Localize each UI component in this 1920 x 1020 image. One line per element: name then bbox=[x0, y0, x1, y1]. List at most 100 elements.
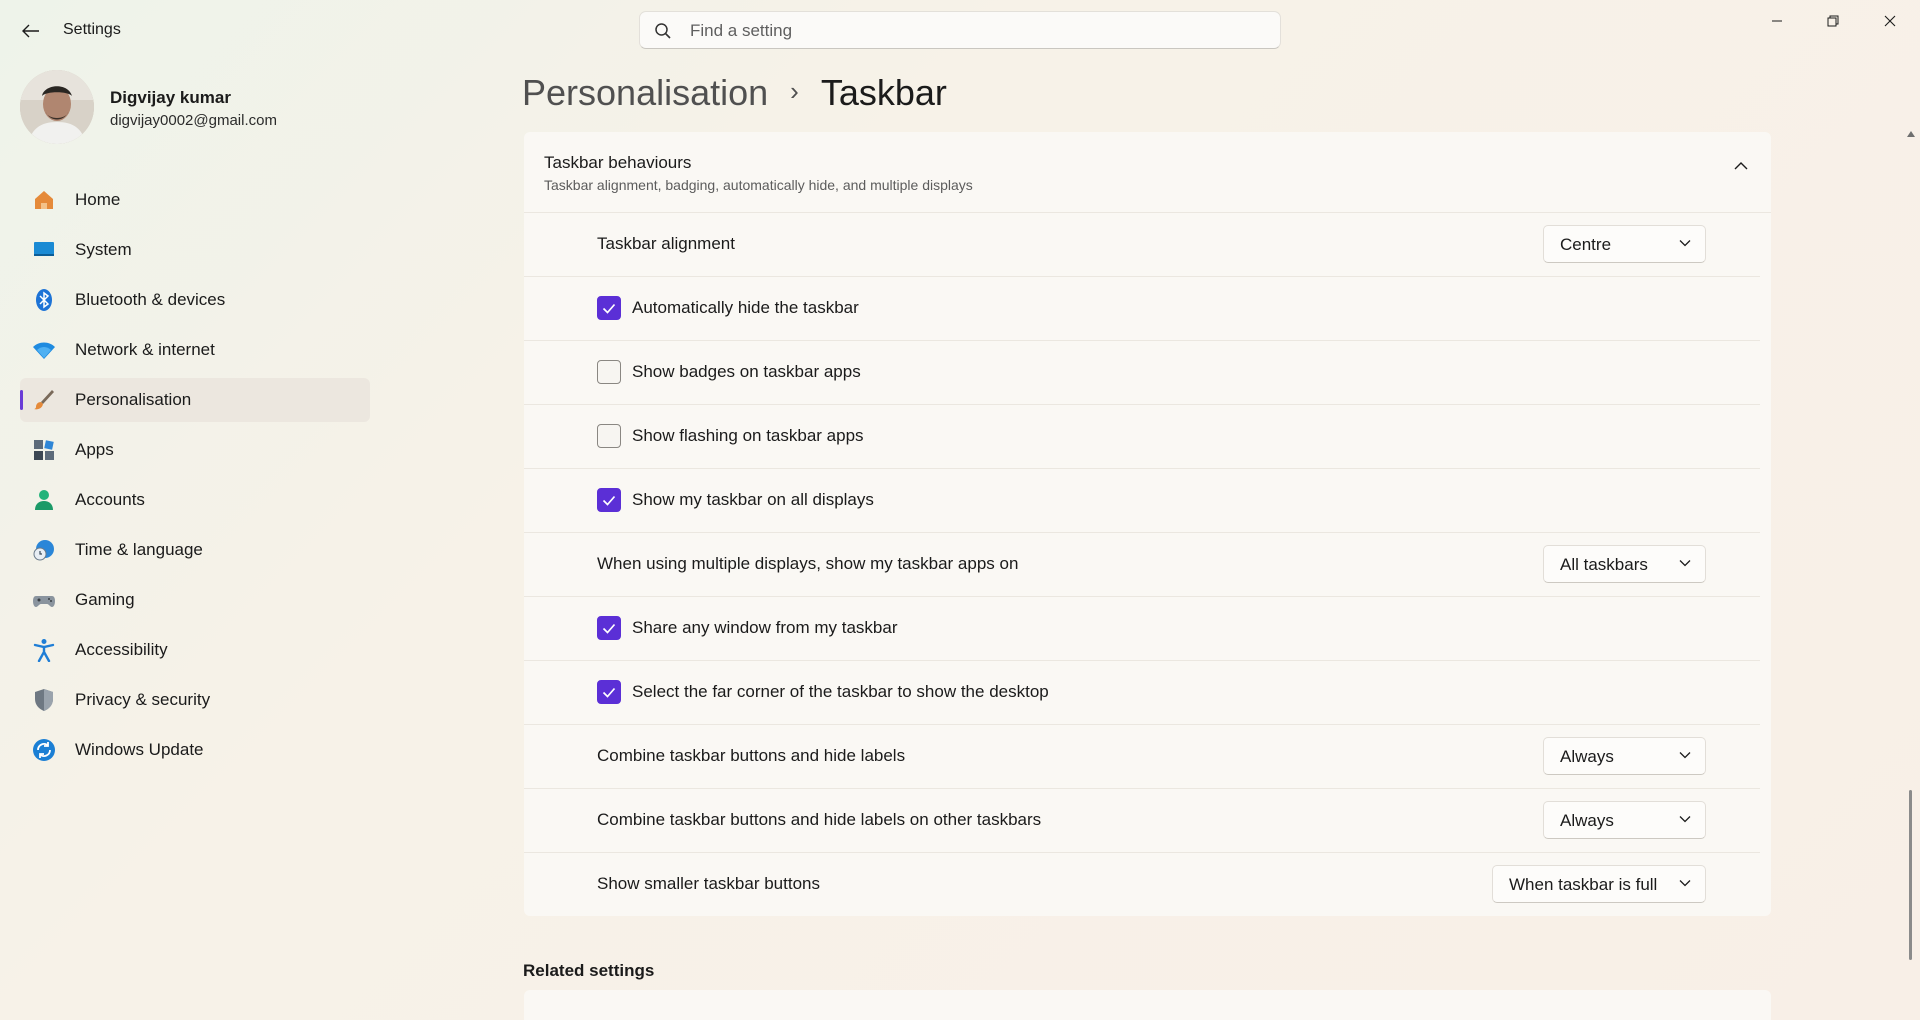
gamepad-icon bbox=[33, 596, 55, 607]
scroll-up-arrow-icon[interactable] bbox=[1906, 130, 1916, 138]
accounts-icon bbox=[35, 490, 53, 510]
checkmark-icon bbox=[602, 687, 616, 698]
setting-row-show-badges: Show badges on taskbar apps bbox=[524, 341, 1760, 405]
sidebar-nav: Home System Bluetooth & devices Network … bbox=[20, 178, 370, 778]
back-arrow-icon bbox=[22, 24, 39, 38]
sidebar-item-privacy-security[interactable]: Privacy & security bbox=[20, 678, 370, 722]
close-button[interactable] bbox=[1867, 6, 1913, 36]
setting-label: Automatically hide the taskbar bbox=[632, 298, 859, 317]
section-header-taskbar-behaviours[interactable]: Taskbar behaviours Taskbar alignment, ba… bbox=[524, 132, 1771, 213]
scrollbar[interactable] bbox=[1906, 130, 1916, 990]
sidebar-item-accessibility[interactable]: Accessibility bbox=[20, 628, 370, 672]
setting-label: Show badges on taskbar apps bbox=[632, 362, 861, 381]
all-displays-checkbox[interactable] bbox=[597, 488, 621, 512]
page-title: Taskbar bbox=[820, 72, 947, 113]
breadcrumb: Personalisation › Taskbar bbox=[522, 72, 947, 114]
sidebar-item-label: Accounts bbox=[75, 490, 145, 509]
checkmark-icon bbox=[602, 495, 616, 506]
sidebar-item-apps[interactable]: Apps bbox=[20, 428, 370, 472]
close-icon bbox=[1884, 15, 1896, 27]
user-photo-icon bbox=[20, 70, 94, 144]
app-title: Settings bbox=[63, 21, 121, 38]
minimize-button[interactable] bbox=[1754, 6, 1800, 36]
share-window-checkbox[interactable] bbox=[597, 616, 621, 640]
chevron-down-icon bbox=[1679, 560, 1691, 567]
sidebar-item-personalisation[interactable]: Personalisation bbox=[20, 378, 370, 422]
setting-row-taskbar-alignment: Taskbar alignment Centre bbox=[524, 213, 1760, 277]
sidebar-item-label: Network & internet bbox=[75, 340, 215, 359]
breadcrumb-separator: › bbox=[790, 75, 799, 106]
setting-row-multiple-displays: When using multiple displays, show my ta… bbox=[524, 533, 1760, 597]
sidebar-item-accounts[interactable]: Accounts bbox=[20, 478, 370, 522]
brush-icon bbox=[34, 390, 54, 410]
sidebar-item-home[interactable]: Home bbox=[20, 178, 370, 222]
setting-row-all-displays: Show my taskbar on all displays bbox=[524, 469, 1760, 533]
update-icon bbox=[33, 739, 55, 761]
sidebar-item-label: System bbox=[75, 240, 132, 259]
auto-hide-checkbox[interactable] bbox=[597, 296, 621, 320]
sidebar-item-label: Gaming bbox=[75, 590, 135, 609]
checkmark-icon bbox=[602, 303, 616, 314]
apps-icon bbox=[34, 440, 54, 460]
search-box[interactable] bbox=[639, 11, 1281, 49]
setting-row-share-window: Share any window from my taskbar bbox=[524, 597, 1760, 661]
sidebar-item-system[interactable]: System bbox=[20, 228, 370, 272]
setting-row-combine-buttons: Combine taskbar buttons and hide labels … bbox=[524, 725, 1760, 789]
sidebar-item-label: Home bbox=[75, 190, 121, 209]
bluetooth-icon bbox=[36, 289, 52, 311]
sidebar-item-network[interactable]: Network & internet bbox=[20, 328, 370, 372]
show-badges-checkbox[interactable] bbox=[597, 360, 621, 384]
related-settings-card[interactable] bbox=[524, 990, 1771, 1020]
dropdown-value: When taskbar is full bbox=[1509, 875, 1658, 894]
setting-row-auto-hide: Automatically hide the taskbar bbox=[524, 277, 1760, 341]
setting-row-smaller-buttons: Show smaller taskbar buttons When taskba… bbox=[524, 853, 1760, 916]
sidebar-item-time-language[interactable]: Time & language bbox=[20, 528, 370, 572]
show-flashing-checkbox[interactable] bbox=[597, 424, 621, 448]
shield-icon bbox=[35, 689, 53, 711]
setting-label: Taskbar alignment bbox=[597, 234, 735, 253]
far-corner-checkbox[interactable] bbox=[597, 680, 621, 704]
clock-globe-icon bbox=[33, 540, 54, 561]
dropdown-value: Always bbox=[1560, 811, 1614, 830]
search-input[interactable] bbox=[688, 18, 1252, 44]
multiple-displays-dropdown[interactable]: All taskbars bbox=[1543, 545, 1706, 583]
taskbar-alignment-dropdown[interactable]: Centre bbox=[1543, 225, 1706, 263]
chevron-up-icon bbox=[1734, 162, 1748, 170]
home-icon bbox=[35, 191, 53, 209]
restore-icon bbox=[1827, 15, 1839, 27]
sidebar-item-windows-update[interactable]: Windows Update bbox=[20, 728, 370, 772]
setting-label: Select the far corner of the taskbar to … bbox=[632, 682, 1049, 701]
wifi-icon bbox=[33, 342, 55, 359]
scroll-thumb[interactable] bbox=[1909, 790, 1912, 960]
setting-label: Show flashing on taskbar apps bbox=[632, 426, 864, 445]
sidebar-item-label: Bluetooth & devices bbox=[75, 290, 226, 309]
section-title: Taskbar behaviours bbox=[544, 153, 692, 172]
avatar[interactable] bbox=[20, 70, 94, 144]
setting-row-far-corner: Select the far corner of the taskbar to … bbox=[524, 661, 1760, 725]
search-icon bbox=[655, 23, 671, 39]
breadcrumb-parent[interactable]: Personalisation bbox=[522, 72, 768, 113]
active-indicator bbox=[20, 390, 23, 410]
accessibility-icon bbox=[33, 639, 55, 662]
dropdown-value: Always bbox=[1560, 747, 1614, 766]
smaller-buttons-dropdown[interactable]: When taskbar is full bbox=[1492, 865, 1706, 903]
setting-row-combine-buttons-other: Combine taskbar buttons and hide labels … bbox=[524, 789, 1760, 853]
setting-label: Share any window from my taskbar bbox=[632, 618, 898, 637]
taskbar-behaviours-panel: Taskbar behaviours Taskbar alignment, ba… bbox=[524, 132, 1771, 916]
setting-label: Combine taskbar buttons and hide labels … bbox=[597, 810, 1042, 829]
chevron-down-icon bbox=[1679, 880, 1691, 887]
dropdown-value: Centre bbox=[1560, 235, 1612, 254]
dropdown-value: All taskbars bbox=[1560, 555, 1648, 574]
chevron-down-icon bbox=[1679, 240, 1691, 247]
sidebar-item-label: Windows Update bbox=[75, 740, 204, 759]
sidebar-item-gaming[interactable]: Gaming bbox=[20, 578, 370, 622]
minimize-icon bbox=[1772, 20, 1782, 22]
combine-buttons-dropdown[interactable]: Always bbox=[1543, 737, 1706, 775]
back-button[interactable] bbox=[18, 18, 44, 44]
combine-buttons-other-dropdown[interactable]: Always bbox=[1543, 801, 1706, 839]
user-email: digvijay0002@gmail.com bbox=[110, 112, 277, 129]
setting-row-show-flashing: Show flashing on taskbar apps bbox=[524, 405, 1760, 469]
restore-button[interactable] bbox=[1810, 6, 1856, 36]
setting-label: Show my taskbar on all displays bbox=[632, 490, 874, 509]
sidebar-item-bluetooth[interactable]: Bluetooth & devices bbox=[20, 278, 370, 322]
